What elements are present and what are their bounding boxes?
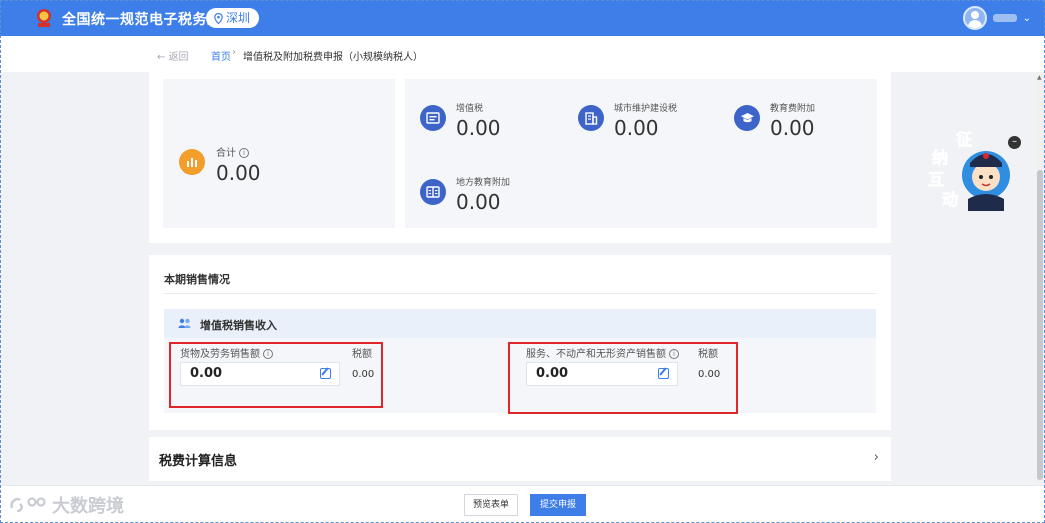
building-icon [578, 105, 604, 131]
breadcrumb: ← 返回 首页 › 增值税及附加税费申报（小规模纳税人） [0, 36, 1045, 72]
watermark: 大数跨境 [8, 492, 124, 518]
tax-label: 城市维护建设税 [614, 104, 678, 114]
site-title: 全国统一规范电子税务局 [62, 12, 222, 28]
tax-document-icon [420, 105, 446, 131]
location-pin-icon [214, 12, 223, 24]
national-emblem-icon [37, 9, 51, 27]
section-title: 本期销售情况 [164, 273, 230, 286]
bar-chart-icon [179, 149, 205, 175]
highlight-box-services [508, 342, 738, 414]
watermark-logo-icon [10, 497, 46, 513]
total-card: 合计 i 0.00 [163, 79, 395, 228]
people-icon [178, 318, 191, 328]
tax-breakdown-card: 增值税 0.00 城市维护建设税 0.00 教育费附加 0.00 地方教育附加 … [405, 79, 877, 228]
mascot-text: 纳 [932, 148, 948, 167]
mascot-text: 征 [956, 130, 972, 149]
scroll-up-icon[interactable]: ▲ [1037, 74, 1042, 81]
tax-value: 0.00 [614, 116, 659, 140]
tax-label: 地方教育附加 [456, 178, 511, 188]
mascot-text: 动 [942, 190, 958, 209]
tax-value: 0.00 [456, 190, 501, 214]
watermark-text: 大数跨境 [52, 496, 124, 517]
sales-section: 本期销售情况 增值税销售收入 货物及劳务销售额 i 0.00 税额 0.00 服务… [149, 255, 891, 430]
avatar[interactable] [962, 6, 987, 30]
vat-section-header: 增值税销售收入 [164, 309, 876, 338]
tax-value: 0.00 [456, 116, 501, 140]
total-label: 合计 i [216, 144, 249, 159]
user-menu[interactable]: ⌄ [962, 6, 1031, 30]
info-icon[interactable]: i [239, 148, 249, 158]
footer-bar: 大数跨境 预览表单 提交申报 [0, 485, 1045, 523]
breadcrumb-current: 增值税及附加税费申报（小规模纳税人） [243, 52, 423, 63]
graduation-cap-icon [734, 105, 760, 131]
chevron-right-icon[interactable]: › [874, 450, 879, 465]
tax-summary-panel: 合计 i 0.00 增值税 0.00 城市维护建设税 0.00 教育费附加 0.… [149, 72, 891, 243]
mascot-text: 互 [928, 170, 944, 189]
preview-form-button[interactable]: 预览表单 [464, 494, 518, 516]
city-selector[interactable]: 深圳 [206, 8, 260, 28]
submit-declaration-button[interactable]: 提交申报 [530, 494, 586, 516]
top-header: 全国统一规范电子税务局 深圳 ⌄ [0, 0, 1045, 36]
user-name-masked [992, 14, 1017, 22]
section-title: 税费计算信息 [159, 454, 238, 469]
tax-calc-section[interactable]: 税费计算信息 › [149, 437, 891, 481]
close-icon[interactable]: – [1008, 136, 1021, 149]
total-value: 0.00 [216, 161, 261, 185]
chevron-down-icon[interactable]: ⌄ [1023, 13, 1031, 24]
city-label: 深圳 [226, 11, 251, 25]
highlight-box-goods [169, 342, 383, 408]
mascot-widget[interactable]: 征 纳 互 动 [918, 127, 1018, 219]
scroll-thumb[interactable] [1037, 170, 1043, 480]
book-icon [420, 179, 446, 205]
breadcrumb-home[interactable]: 首页 [211, 48, 231, 63]
divider [164, 293, 876, 294]
back-link[interactable]: ← 返回 [157, 48, 189, 63]
tax-label: 教育费附加 [770, 104, 816, 114]
breadcrumb-separator: › [232, 47, 236, 58]
tax-label: 增值税 [456, 104, 484, 114]
vat-section-title: 增值税销售收入 [200, 319, 277, 332]
main-content: 合计 i 0.00 增值税 0.00 城市维护建设税 0.00 教育费附加 0.… [149, 72, 891, 483]
vertical-scrollbar[interactable]: ▲ [1036, 72, 1044, 483]
tax-value: 0.00 [770, 116, 815, 140]
